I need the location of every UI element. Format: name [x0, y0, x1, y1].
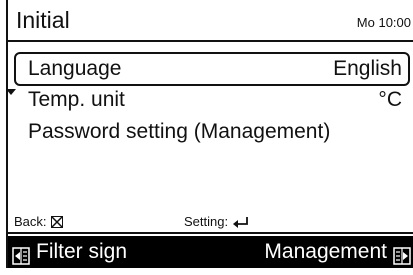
menu-left-icon[interactable]	[12, 243, 30, 275]
setting-hint: Setting:	[184, 214, 250, 230]
cancel-x-icon	[50, 214, 64, 229]
menu-item-temp-unit[interactable]: Temp. unit °C	[16, 85, 408, 115]
menu-item-language[interactable]: Language English	[14, 52, 410, 86]
page-title: Initial	[16, 7, 70, 33]
clock: Mo 10:00	[356, 15, 411, 30]
menu-item-label: Password setting (Management)	[28, 120, 331, 143]
header-divider	[8, 40, 413, 42]
back-hint-label: Back:	[14, 214, 47, 229]
scroll-indicator-icon	[6, 89, 16, 95]
footer-divider	[8, 232, 413, 234]
footer-bar: Filter sign Management	[8, 236, 413, 268]
menu-item-value: English	[333, 57, 402, 80]
menu-item-value: °C	[378, 88, 402, 111]
menu-item-label: Temp. unit	[28, 88, 125, 111]
setting-hint-label: Setting:	[184, 214, 229, 229]
menu-right-icon[interactable]	[393, 243, 411, 275]
header: Initial Mo 10:00	[8, 0, 413, 42]
filter-sign-button[interactable]: Filter sign	[36, 236, 127, 268]
back-hint: Back:	[14, 214, 64, 230]
settings-screen: Initial Mo 10:00 Language English Temp. …	[6, 0, 413, 268]
enter-return-icon	[232, 214, 250, 229]
menu-item-password-setting[interactable]: Password setting (Management)	[16, 117, 408, 147]
menu-item-label: Language	[28, 57, 122, 80]
management-button[interactable]: Management	[264, 236, 387, 268]
